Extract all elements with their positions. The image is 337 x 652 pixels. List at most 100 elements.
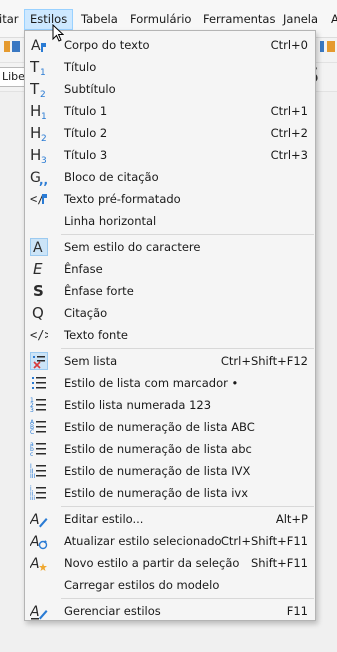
menu-item-titulo-3[interactable]: H3 Título 3 Ctrl+3 [26,144,314,166]
menu-item-label: Título 1 [64,104,108,118]
menu-item-subtitulo[interactable]: T2 Subtítulo [26,78,314,100]
svg-text:c: c [30,451,33,458]
menu-item-atualizar-estilo[interactable]: A Atualizar estilo selecionado Ctrl+Shif… [26,530,314,552]
menu-item-label: Carregar estilos do modelo [64,578,220,592]
menu-item-enfase-forte[interactable]: S Ênfase forte [26,280,314,302]
shortcut-label: Alt+P [275,512,308,526]
menu-item-corpo-do-texto[interactable]: A Corpo do texto Ctrl+0 [26,34,314,56]
menu-item-label: Título 3 [64,148,108,162]
list-abc-upper-icon: ABC [30,418,48,436]
svg-text:1: 1 [40,68,46,76]
menu-tabela[interactable]: Tabela [76,10,123,29]
bullet-list-icon [30,374,48,392]
list-roman-upper-icon: I II III [30,462,48,480]
menu-janela[interactable]: Janela [278,10,323,29]
menu-item-label: Estilo lista numerada 123 [64,398,212,412]
menu-item-numeracao-ivx-minusculo[interactable]: i ii iii Estilo de numeração de lista ivx [26,482,314,504]
menu-item-label: Ênfase [64,262,103,276]
shortcut-label: Ctrl+2 [270,126,308,140]
menu-item-label: Subtítulo [64,82,116,96]
svg-text:E: E [33,260,43,278]
menu-item-linha-horizontal[interactable]: Linha horizontal [26,210,314,232]
menu-item-numeracao-abc-maiusculo[interactable]: ABC Estilo de numeração de lista ABC [26,416,314,438]
svg-text:III: III [30,473,36,480]
svg-text:</>: </> [30,328,48,342]
menu-item-editar-estilo[interactable]: A Editar estilo... Alt+P [26,508,314,530]
menu-item-label: Corpo do texto [64,38,150,52]
menu-separator [61,348,314,349]
manage-styles-icon: A [30,602,48,620]
menu-item-sem-estilo-do-caractere[interactable]: A Sem estilo do caractere [26,236,314,258]
svg-text:1: 1 [41,112,47,120]
svg-text:iii: iii [30,495,35,502]
svg-text:H: H [30,146,41,164]
menu-formulario[interactable]: Formulário [125,10,196,29]
menu-item-label: Editar estilo... [64,512,144,526]
menu-item-citacao[interactable]: Q Citação [26,302,314,324]
menu-ferramentas[interactable]: Ferramentas [198,10,280,29]
shortcut-label: Ctrl+0 [270,38,308,52]
heading3-icon: H3 [30,146,48,164]
menu-item-label: Estilo de numeração de lista abc [64,442,252,456]
edit-style-icon: A [30,510,48,528]
svg-text:H: H [30,124,41,142]
preformatted-icon: </ [30,190,48,208]
toolbar-icons-right [318,40,337,52]
font-name-box[interactable]: Liber [0,67,27,87]
svg-text:A: A [33,240,43,255]
svg-text:A: A [31,38,41,54]
heading2-icon: H2 [30,124,48,142]
menu-estilos[interactable]: Estilos [24,9,74,30]
subtitle-icon: T2 [30,80,48,98]
svg-text:C: C [30,429,34,436]
svg-text:3: 3 [41,156,47,164]
menu-more[interactable]: A [326,10,337,29]
menu-item-lista-com-marcador[interactable]: Estilo de lista com marcador • [26,372,314,394]
menu-item-label: Linha horizontal [64,214,157,228]
menu-editar[interactable]: itar [0,10,23,29]
menu-item-texto-pre-formatado[interactable]: </ Texto pré-formatado [26,188,314,210]
toolbar-icons-left [3,40,23,52]
menu-item-novo-estilo[interactable]: A Novo estilo a partir da seleção Shift+… [26,552,314,574]
menu-separator [61,506,314,507]
menu-item-texto-fonte[interactable]: </> Texto fonte [26,324,314,346]
menu-item-label: Título 2 [64,126,108,140]
svg-text:A: A [30,604,40,620]
menu-item-label: Estilo de numeração de lista ivx [64,486,248,500]
svg-text:3: 3 [30,407,34,414]
svg-text:A: A [30,534,40,550]
svg-text:T: T [30,58,40,76]
mouse-cursor-icon [52,23,65,46]
citation-icon: Q [30,304,48,322]
menu-item-numeracao-ivx-maiusculo[interactable]: I II III Estilo de numeração de lista IVX [26,460,314,482]
menu-item-carregar-estilos[interactable]: Carregar estilos do modelo [26,574,314,596]
svg-text:A: A [30,556,40,572]
strong-emphasis-icon: S [30,282,48,300]
menu-item-numeracao-abc-minusculo[interactable]: abc Estilo de numeração de lista abc [26,438,314,460]
menu-item-bloco-de-citacao[interactable]: G,, Bloco de citação [26,166,314,188]
menu-item-label: Ênfase forte [64,284,134,298]
menu-item-titulo-1[interactable]: H1 Título 1 Ctrl+1 [26,100,314,122]
shortcut-label: Shift+F11 [250,556,308,570]
menu-item-gerenciar-estilos[interactable]: A Gerenciar estilos F11 [26,600,314,622]
menu-item-label: Bloco de citação [64,170,159,184]
shortcut-label: Ctrl+Shift+F12 [220,354,308,368]
menu-item-sem-lista[interactable]: Sem lista Ctrl+Shift+F12 [26,350,314,372]
menu-item-label: Atualizar estilo selecionado [64,534,222,548]
menu-item-titulo-2[interactable]: H2 Título 2 Ctrl+2 [26,122,314,144]
shortcut-label: Ctrl+1 [270,104,308,118]
svg-text:2: 2 [40,90,46,98]
menu-item-titulo[interactable]: T1 Título [26,56,314,78]
svg-text:S: S [33,282,44,300]
menu-item-label: Novo estilo a partir da seleção [64,556,240,570]
list-roman-lower-icon: i ii iii [30,484,48,502]
svg-text:H: H [30,102,41,120]
emphasis-icon: E [30,260,48,278]
svg-text:,,: ,, [39,173,48,186]
quote-block-icon: G,, [30,168,48,186]
numbered-list-icon: 123 [30,396,48,414]
menu-item-enfase[interactable]: E Ênfase [26,258,314,280]
svg-text:T: T [30,80,40,98]
menu-item-lista-numerada[interactable]: 123 Estilo lista numerada 123 [26,394,314,416]
source-text-icon: </> [30,326,48,344]
